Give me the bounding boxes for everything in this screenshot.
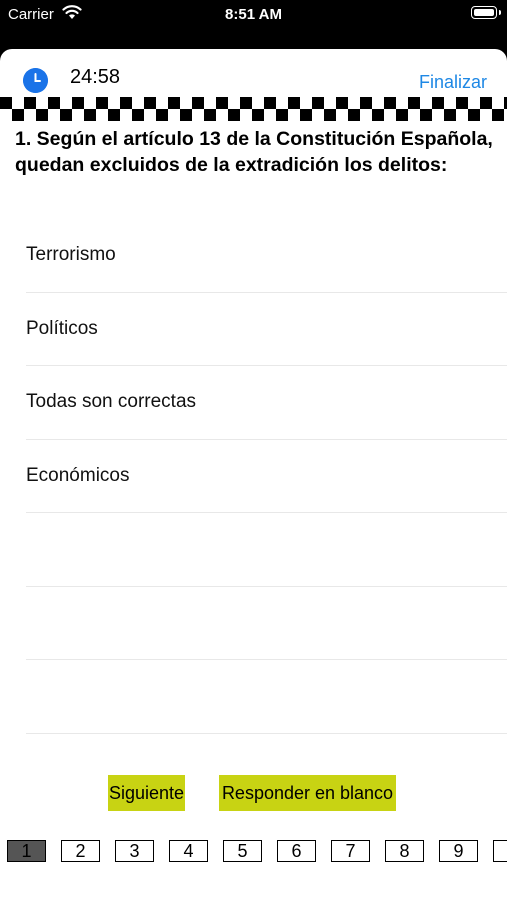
- page-button[interactable]: 1: [7, 840, 46, 862]
- page-button[interactable]: 4: [169, 840, 208, 862]
- quiz-sheet: 24:58 Finalizar 1. Según el artículo 13 …: [0, 49, 507, 900]
- page-button[interactable]: 2: [61, 840, 100, 862]
- nav-bar: 24:58 Finalizar: [0, 49, 507, 97]
- status-time: 8:51 AM: [225, 6, 282, 23]
- page-button[interactable]: 8: [385, 840, 424, 862]
- answer-option[interactable]: [26, 587, 507, 660]
- answer-option[interactable]: Todas son correctas: [26, 366, 507, 440]
- answer-option[interactable]: [26, 660, 507, 734]
- answer-option[interactable]: Terrorismo: [26, 219, 507, 293]
- battery-icon: [471, 6, 501, 19]
- page-button[interactable]: 5: [223, 840, 262, 862]
- page-button[interactable]: 9: [439, 840, 478, 862]
- question-text: 1. Según el artículo 13 de la Constituci…: [15, 128, 493, 176]
- countdown-timer: 24:58: [70, 66, 121, 88]
- answer-options: Terrorismo Políticos Todas son correctas Ec…: [26, 219, 507, 734]
- page-button[interactable]: 6: [277, 840, 316, 862]
- checkered-divider: [0, 97, 507, 121]
- finish-button[interactable]: Finalizar: [419, 72, 487, 93]
- answer-option[interactable]: Políticos: [26, 293, 507, 366]
- next-button[interactable]: Siguiente: [108, 775, 185, 811]
- page-button[interactable]: [493, 840, 507, 862]
- answer-option[interactable]: Económicos: [26, 440, 507, 513]
- clock-icon: [23, 68, 48, 93]
- page-button[interactable]: 3: [115, 840, 154, 862]
- page-button[interactable]: 7: [331, 840, 370, 862]
- answer-blank-button[interactable]: Responder en blanco: [219, 775, 396, 811]
- answer-option[interactable]: [26, 513, 507, 587]
- status-bar: Carrier 8:51 AM: [0, 0, 507, 30]
